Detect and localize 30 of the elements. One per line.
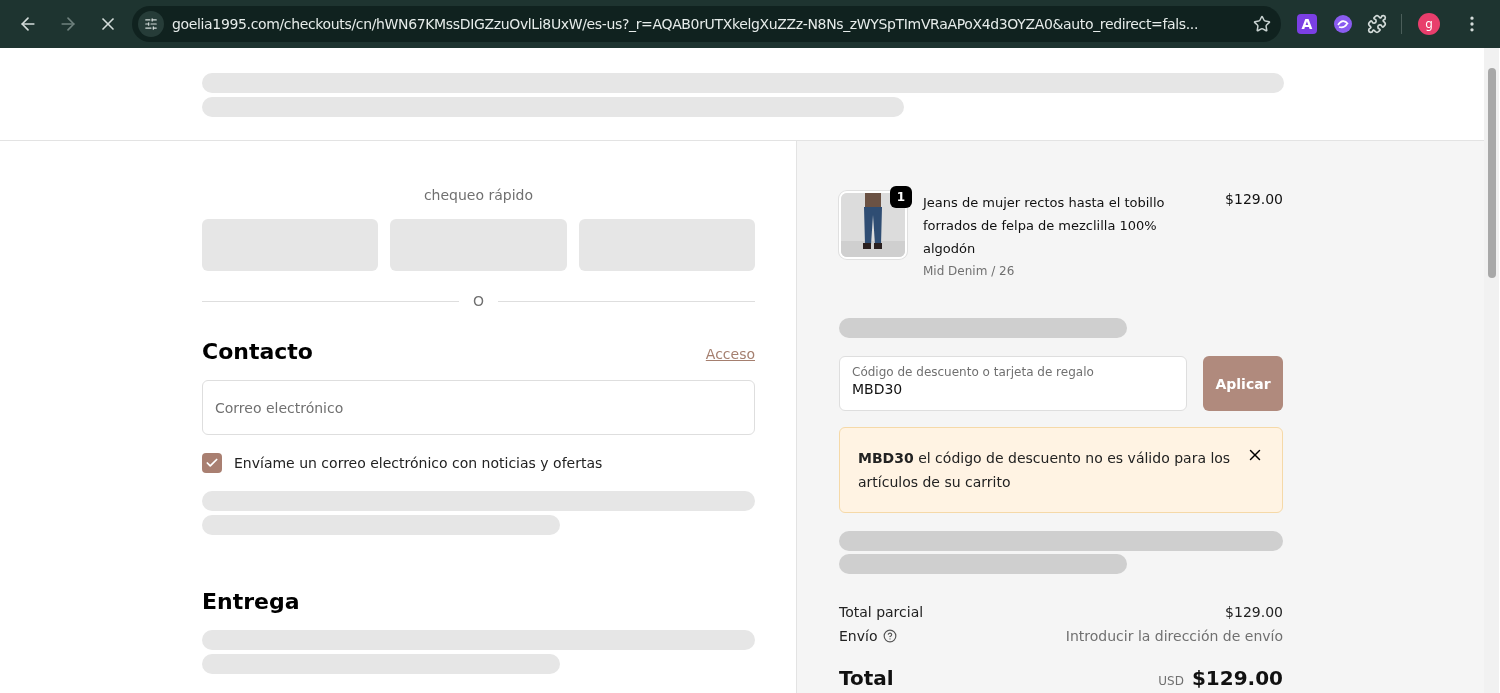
check-icon <box>205 456 219 470</box>
profile-avatar[interactable]: g <box>1418 13 1440 35</box>
shipping-label: Envío <box>839 628 878 644</box>
section-title: chequeo rápido <box>423 187 534 203</box>
login-link[interactable]: Acceso <box>705 346 755 362</box>
section-heading: Entrega <box>202 589 301 614</box>
product-name: Jeans de mujer rectos hasta el tobillo forrados de felpa de mezclilla 100% algodón <box>923 194 1166 258</box>
subtotal-label: Total parcial <box>839 604 924 620</box>
alert-message: MBD30 el código de descuento no es válido para los artículos de su carrito <box>858 449 1232 492</box>
apply-button[interactable]: Aplicar <box>1203 356 1283 411</box>
separator-text: O <box>473 293 484 309</box>
site-settings-icon[interactable] <box>138 11 164 37</box>
shipping-value: Introducir la dirección de envío <box>1065 628 1283 644</box>
bookmark-icon[interactable] <box>1253 15 1271 33</box>
subtotal-value: $129.00 <box>1225 604 1283 620</box>
extension-icon[interactable] <box>1333 14 1353 34</box>
product-variant: Mid Denim / 26 <box>923 264 1016 278</box>
checkbox[interactable] <box>202 453 222 473</box>
section-heading: Contacto <box>202 339 313 364</box>
currency-code: USD <box>1158 674 1184 688</box>
total-label: Total <box>839 666 894 690</box>
quantity-badge: 1 <box>890 186 912 208</box>
email-field[interactable]: Correo electrónico <box>202 380 755 435</box>
total-value: $129.00 <box>1191 666 1283 690</box>
extension-icon[interactable]: A <box>1297 14 1317 34</box>
discount-field[interactable]: Código de descuento o tarjeta de regalo MBD30 <box>839 356 1187 411</box>
scrollbar-thumb[interactable] <box>1488 68 1496 278</box>
help-icon[interactable] <box>883 629 898 643</box>
checkbox-label: Envíame un correo electrónico con noticias y ofertas <box>234 455 603 471</box>
product-price: $129.00 <box>1225 191 1283 207</box>
